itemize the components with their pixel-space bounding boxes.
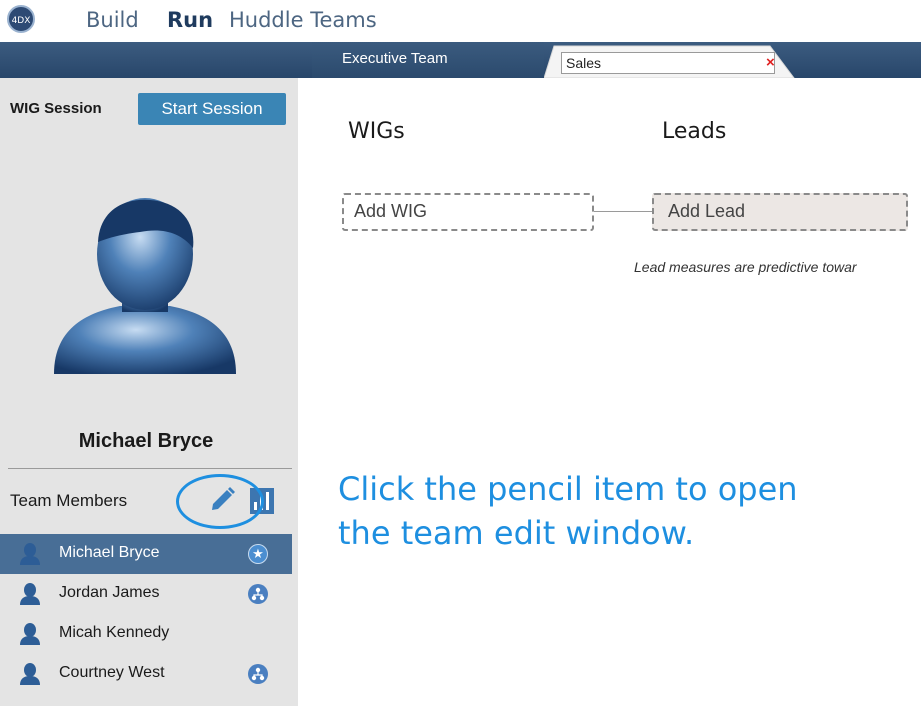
nav-run[interactable]: Run bbox=[167, 8, 213, 32]
left-panel: WIG Session Start Session Michael Bryce … bbox=[0, 78, 298, 706]
avatar bbox=[54, 198, 236, 374]
team-members-label: Team Members bbox=[10, 491, 128, 510]
svg-text:4DX: 4DX bbox=[12, 16, 31, 26]
user-icon bbox=[20, 543, 40, 565]
list-item[interactable]: Jordan James bbox=[0, 574, 292, 614]
org-icon[interactable] bbox=[248, 664, 268, 684]
nav-huddle-teams[interactable]: Huddle Teams bbox=[229, 8, 377, 32]
list-item[interactable]: Micah Kennedy bbox=[0, 614, 292, 654]
instruction-callout: Click the pencil item to open the team e… bbox=[338, 470, 798, 552]
list-item[interactable]: Michael Bryce ★ bbox=[0, 534, 292, 574]
star-icon: ★ bbox=[248, 544, 268, 564]
user-icon bbox=[20, 623, 40, 645]
connector-line bbox=[594, 211, 652, 212]
divider bbox=[8, 468, 292, 469]
nav-build[interactable]: Build bbox=[86, 8, 139, 32]
main-content: WIGs Leads Add WIG Add Lead Lead measure… bbox=[314, 97, 921, 706]
member-name: Jordan James bbox=[59, 584, 160, 601]
lead-measures-note: Lead measures are predictive towar bbox=[634, 259, 857, 275]
member-name: Courtney West bbox=[59, 664, 165, 681]
list-item[interactable]: Courtney West bbox=[0, 654, 292, 694]
member-name: Michael Bryce bbox=[59, 544, 160, 561]
leads-heading: Leads bbox=[662, 119, 727, 144]
org-icon[interactable] bbox=[248, 584, 268, 604]
member-name: Micah Kennedy bbox=[59, 624, 170, 641]
close-icon[interactable]: × bbox=[766, 54, 775, 71]
add-wig-button[interactable]: Add WIG bbox=[342, 193, 594, 231]
top-nav: 4DX Build Run Huddle Teams bbox=[0, 0, 921, 42]
tab-executive-team[interactable]: Executive Team bbox=[312, 42, 544, 78]
highlight-circle bbox=[176, 474, 264, 529]
user-icon bbox=[20, 663, 40, 685]
start-session-button[interactable]: Start Session bbox=[138, 93, 286, 125]
team-tab-bar: Executive Team × bbox=[0, 42, 921, 78]
selected-member-name: Michael Bryce bbox=[78, 430, 214, 452]
add-lead-button[interactable]: Add Lead bbox=[652, 193, 908, 231]
user-icon bbox=[20, 583, 40, 605]
wig-session-label: WIG Session bbox=[10, 100, 102, 117]
tab-name-input[interactable] bbox=[561, 52, 775, 74]
tab-sales[interactable]: × bbox=[544, 42, 796, 78]
team-members-list: Michael Bryce ★ Jordan James Micah Kenne… bbox=[0, 534, 292, 694]
wigs-heading: WIGs bbox=[348, 119, 405, 144]
4dx-logo-icon[interactable]: 4DX bbox=[6, 4, 36, 34]
tab-executive-team-label: Executive Team bbox=[342, 50, 448, 67]
